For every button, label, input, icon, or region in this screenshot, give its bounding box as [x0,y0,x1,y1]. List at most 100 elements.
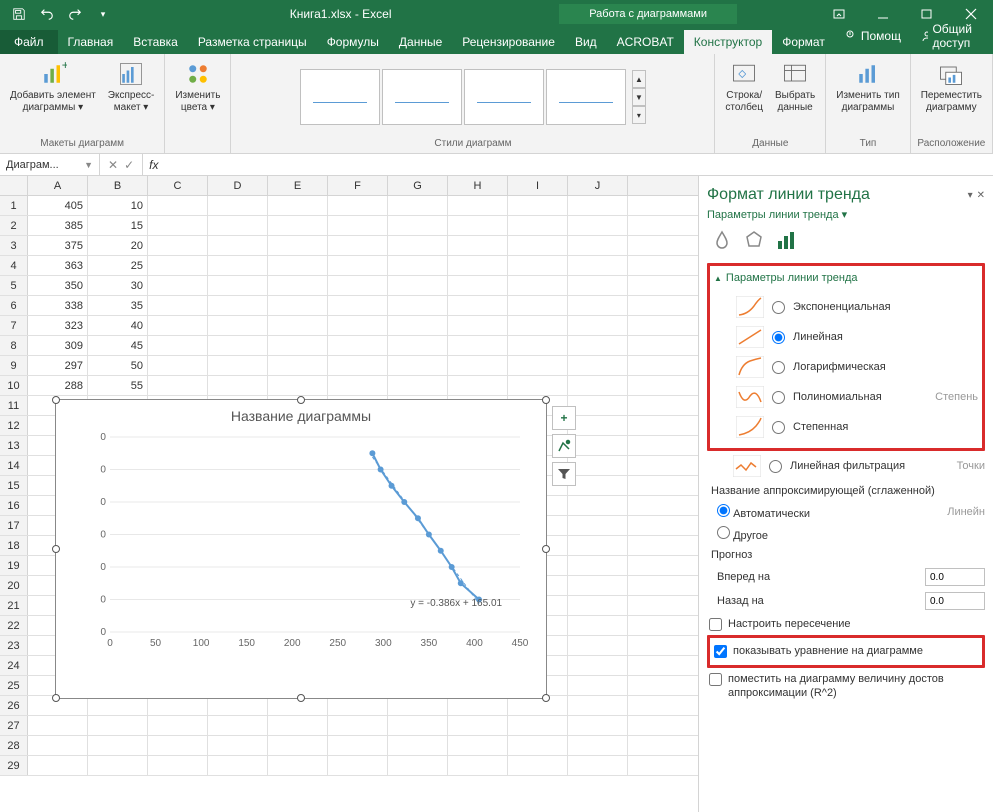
name-box[interactable]: Диаграм...▼ [0,154,100,175]
row-header[interactable]: 26 [0,696,28,715]
cell[interactable]: 30 [88,276,148,295]
row-header[interactable]: 24 [0,656,28,675]
trendline-options-icon[interactable] [775,229,797,251]
resize-handle[interactable] [52,396,60,404]
tab-view[interactable]: Вид [565,30,607,54]
fx-icon[interactable]: fx [143,158,164,172]
tab-home[interactable]: Главная [58,30,124,54]
chk-set-intercept[interactable]: Настроить пересечение [707,613,985,635]
cell[interactable]: 363 [28,256,88,275]
col-header[interactable]: C [148,176,208,195]
tell-me[interactable]: Помощ [835,25,911,47]
chart-style-thumb[interactable] [546,69,626,125]
undo-icon[interactable] [34,3,60,25]
redo-icon[interactable] [62,3,88,25]
select-all-corner[interactable] [0,176,28,195]
row-header[interactable]: 12 [0,416,28,435]
cell[interactable]: 385 [28,216,88,235]
quick-layout-button[interactable]: Экспресс- макет ▾ [104,58,159,116]
cell[interactable]: 375 [28,236,88,255]
col-header[interactable]: F [328,176,388,195]
cell[interactable]: 309 [28,336,88,355]
cell[interactable]: 10 [88,196,148,215]
resize-handle[interactable] [52,545,60,553]
chart-style-thumb[interactable] [300,69,380,125]
row-header[interactable]: 20 [0,576,28,595]
row-header[interactable]: 16 [0,496,28,515]
row-header[interactable]: 9 [0,356,28,375]
panel-options-icon[interactable]: ▾ [968,190,973,201]
cell[interactable]: 15 [88,216,148,235]
row-header[interactable]: 3 [0,236,28,255]
tab-page-layout[interactable]: Разметка страницы [188,30,317,54]
cell[interactable]: 297 [28,356,88,375]
chart-style-thumb[interactable] [464,69,544,125]
chart-style-thumb[interactable] [382,69,462,125]
chk-show-r2[interactable]: поместить на диаграмму величину достов а… [707,668,985,705]
name-other-option[interactable]: Другое [707,523,985,545]
col-header[interactable]: G [388,176,448,195]
accept-entry-icon[interactable]: ✓ [124,158,134,172]
cell[interactable]: 45 [88,336,148,355]
row-header[interactable]: 21 [0,596,28,615]
effects-icon[interactable] [743,229,765,251]
col-header[interactable]: A [28,176,88,195]
resize-handle[interactable] [542,545,550,553]
gallery-more-icon[interactable]: ▾ [632,106,646,124]
name-auto-option[interactable]: Автоматически Линейн [707,501,985,523]
tab-format[interactable]: Формат [772,30,835,54]
col-header[interactable]: B [88,176,148,195]
tab-review[interactable]: Рецензирование [452,30,565,54]
gallery-up-icon[interactable]: ▲ [632,70,646,88]
row-header[interactable]: 28 [0,736,28,755]
resize-handle[interactable] [297,396,305,404]
row-header[interactable]: 10 [0,376,28,395]
cell[interactable]: 55 [88,376,148,395]
row-header[interactable]: 7 [0,316,28,335]
chart-styles-icon[interactable] [552,434,576,458]
trendline-moving-avg[interactable]: Линейная фильтрация Точки [707,451,985,481]
trendline-exponential[interactable]: Экспоненциальная [714,292,978,322]
row-header[interactable]: 17 [0,516,28,535]
cell[interactable]: 405 [28,196,88,215]
chart-object[interactable]: Название диаграммы 010203040506005010015… [55,399,547,699]
panel-close-icon[interactable]: ✕ [977,190,985,201]
col-header[interactable]: H [448,176,508,195]
row-header[interactable]: 2 [0,216,28,235]
panel-subtitle[interactable]: Параметры линии тренда ▾ [707,208,985,221]
resize-handle[interactable] [542,396,550,404]
cell[interactable]: 25 [88,256,148,275]
forecast-bwd-input[interactable] [925,592,985,610]
row-header[interactable]: 22 [0,616,28,635]
col-header[interactable]: E [268,176,328,195]
resize-handle[interactable] [297,694,305,702]
qat-dropdown-icon[interactable]: ▾ [90,3,116,25]
cell[interactable]: 50 [88,356,148,375]
col-header[interactable]: I [508,176,568,195]
row-header[interactable]: 27 [0,716,28,735]
col-header[interactable]: J [568,176,628,195]
chk-show-equation[interactable]: показывать уравнение на диаграмме [714,644,978,658]
gallery-down-icon[interactable]: ▼ [632,88,646,106]
row-header[interactable]: 8 [0,336,28,355]
chart-title[interactable]: Название диаграммы [56,400,546,432]
resize-handle[interactable] [542,694,550,702]
trendline-power[interactable]: Степенная [714,412,978,442]
tab-insert[interactable]: Вставка [123,30,188,54]
chart-filters-icon[interactable] [552,462,576,486]
tab-file[interactable]: Файл [0,30,58,54]
row-header[interactable]: 13 [0,436,28,455]
row-header[interactable]: 19 [0,556,28,575]
tab-acrobat[interactable]: ACROBAT [607,30,684,54]
switch-row-col-button[interactable]: Строка/ столбец [721,58,767,116]
tab-data[interactable]: Данные [389,30,452,54]
col-header[interactable]: D [208,176,268,195]
resize-handle[interactable] [52,694,60,702]
row-header[interactable]: 18 [0,536,28,555]
row-header[interactable]: 29 [0,756,28,775]
add-chart-element-button[interactable]: + Добавить элемент диаграммы ▾ [6,58,100,116]
trendline-options-heading[interactable]: Параметры линии тренда [714,272,978,284]
cell[interactable]: 35 [88,296,148,315]
share-button[interactable]: Общий доступ [911,18,993,54]
row-header[interactable]: 14 [0,456,28,475]
